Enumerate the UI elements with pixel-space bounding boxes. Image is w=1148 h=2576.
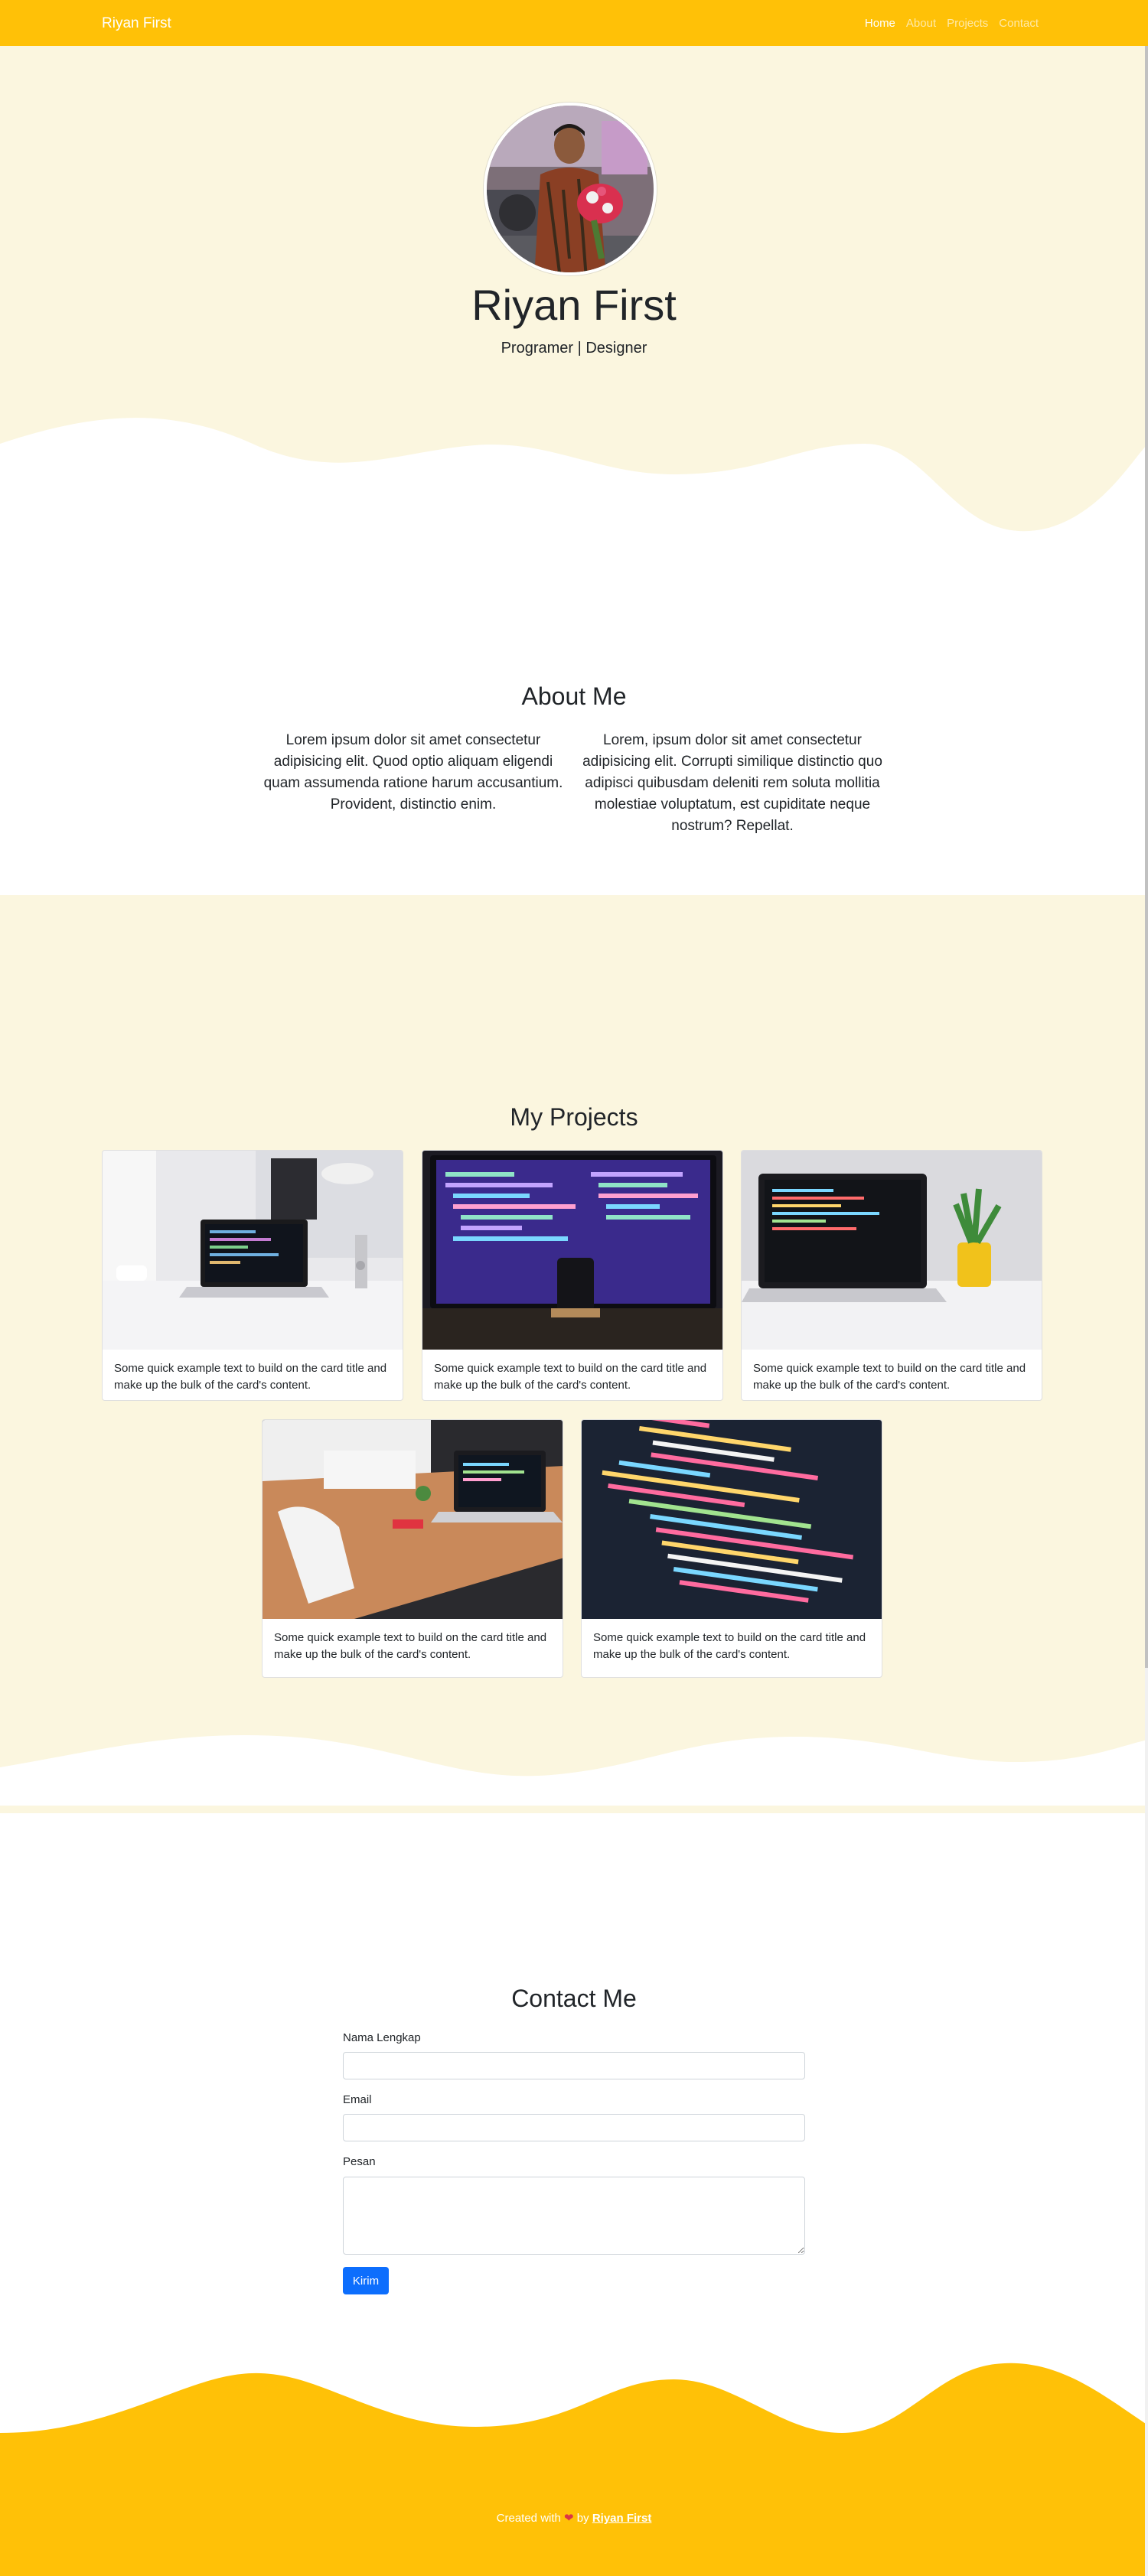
nav-link-contact[interactable]: Contact: [999, 17, 1039, 30]
heart-icon: ❤: [564, 2512, 574, 2525]
project-card-text: Some quick example text to build on the …: [753, 1362, 1026, 1392]
project-card-text: Some quick example text to build on the …: [114, 1362, 387, 1392]
footer-author-link[interactable]: Riyan First: [592, 2512, 652, 2525]
message-label: Pesan: [343, 2155, 376, 2168]
email-input[interactable]: [343, 2114, 805, 2141]
footer-prefix: Created with: [496, 2512, 561, 2525]
nav-links: Home About Projects Contact: [865, 17, 1039, 30]
project-card-text: Some quick example text to build on the …: [274, 1631, 547, 1661]
project-card[interactable]: Some quick example text to build on the …: [422, 1150, 723, 1401]
project-image-laptop-plant: [742, 1151, 1042, 1350]
project-card[interactable]: Some quick example text to build on the …: [102, 1150, 403, 1401]
footer-by: by: [576, 2512, 589, 2525]
project-card-text: Some quick example text to build on the …: [593, 1631, 866, 1661]
footer-credit: Created with ❤ by Riyan First: [0, 2511, 1148, 2525]
contact-title: Contact Me: [511, 1985, 637, 2012]
navbar: Riyan First Home About Projects Contact: [0, 0, 1148, 46]
name-input[interactable]: [343, 2052, 805, 2079]
project-image-desk-setup: [263, 1420, 563, 1619]
brand-link[interactable]: Riyan First: [102, 15, 171, 32]
nav-link-about[interactable]: About: [906, 17, 936, 30]
project-card-text: Some quick example text to build on the …: [434, 1362, 707, 1392]
profile-photo: [484, 103, 657, 275]
projects-title: My Projects: [510, 1103, 638, 1131]
about-title: About Me: [521, 682, 627, 710]
project-card[interactable]: Some quick example text to build on the …: [581, 1419, 882, 1678]
about-text-left: Lorem ipsum dolor sit amet consectetur a…: [263, 732, 563, 813]
project-card[interactable]: Some quick example text to build on the …: [741, 1150, 1042, 1401]
project-image-monitor-code: [422, 1151, 722, 1350]
nav-link-home[interactable]: Home: [865, 17, 895, 30]
project-image-laptop-desk: [103, 1151, 403, 1350]
nav-link-projects[interactable]: Projects: [947, 17, 988, 30]
about-text-right: Lorem, ipsum dolor sit amet consectetur …: [582, 732, 882, 834]
footer-wave: [0, 2363, 1148, 2576]
name-label: Nama Lengkap: [343, 2031, 421, 2044]
projects-section: My Projects Some quick example text to b…: [0, 895, 1148, 1813]
hero-name: Riyan First: [471, 281, 677, 329]
message-textarea[interactable]: [343, 2177, 805, 2255]
project-image-code-closeup: [582, 1420, 882, 1619]
submit-button[interactable]: Kirim: [343, 2267, 389, 2294]
hero-wave: [0, 418, 1148, 566]
page-scrollbar[interactable]: [1145, 0, 1148, 2576]
scrollbar-thumb[interactable]: [1145, 0, 1148, 1668]
project-card[interactable]: Some quick example text to build on the …: [262, 1419, 563, 1678]
hero-subtitle: Programer | Designer: [501, 340, 647, 357]
email-label: Email: [343, 2093, 372, 2106]
